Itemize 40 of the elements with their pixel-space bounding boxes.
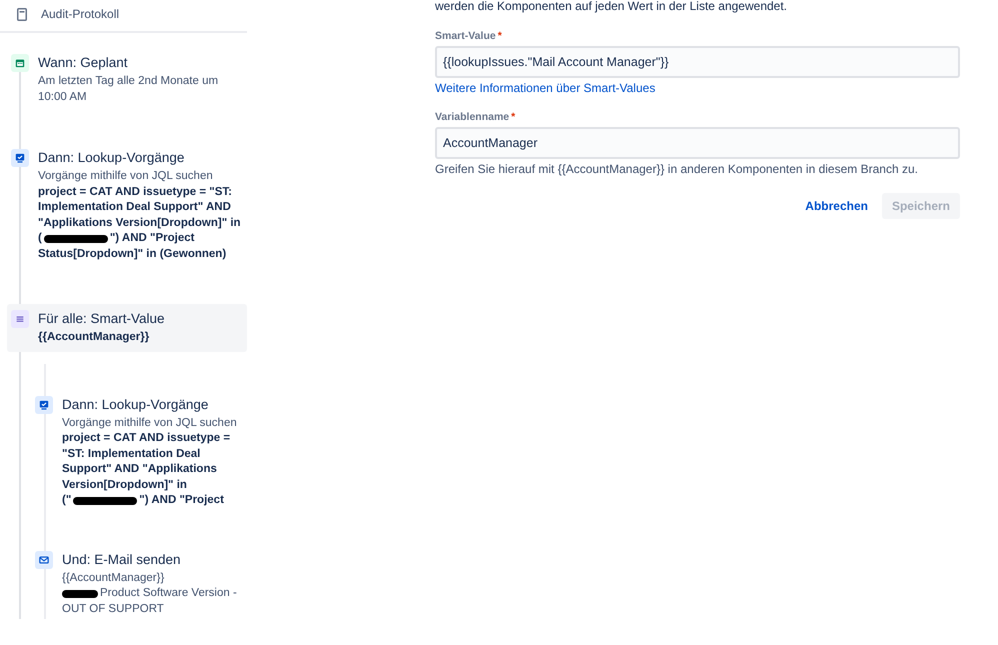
text-field[interactable]: {{lookupIssues."Mail Account Manager"}} bbox=[435, 46, 960, 78]
audit-log-link[interactable]: Audit-Protokoll bbox=[41, 7, 120, 21]
step-title: Dann: Lookup-Vorgänge bbox=[38, 149, 186, 167]
help-text: Greifen Sie hierauf mit {{AccountManager}} in anderen Komponenten in diesem Branch zu. bbox=[435, 162, 919, 176]
step-description: OUT OF SUPPORT bbox=[62, 602, 164, 616]
envelope-icon bbox=[35, 550, 53, 568]
step-description: Vorgänge mithilfe von JQL suchen bbox=[62, 416, 237, 430]
step-description: {{AccountManager}} bbox=[62, 570, 164, 586]
redaction-mark bbox=[73, 496, 138, 505]
required-asterisk: * bbox=[511, 111, 516, 123]
field-label: Variablenname bbox=[435, 111, 510, 123]
step-description: Status[Dropdown]" in (Gewonnen) bbox=[38, 246, 226, 262]
step-description: {{AccountManager}} bbox=[38, 330, 150, 345]
step-description: Am letzten Tag alle 2nd Monate um 10:00 AM bbox=[38, 74, 220, 104]
step-description: (" bbox=[62, 493, 72, 508]
step-title: Und: E-Mail senden bbox=[62, 550, 182, 568]
redaction-mark bbox=[44, 234, 108, 243]
step-description: project = CAT AND issuetype = "ST: Implementation Deal Support" AND "Applikations Version[Dropdown]" in bbox=[38, 184, 242, 230]
redaction-mark bbox=[62, 590, 98, 598]
description-text: werden die Komponenten auf jeden Wert in der Liste angewendet. bbox=[435, 0, 788, 12]
text-field[interactable]: AccountManager bbox=[435, 127, 960, 159]
required-asterisk: * bbox=[498, 30, 502, 42]
step-title: Wann: Geplant bbox=[38, 54, 129, 72]
field-label: Smart-Value bbox=[435, 30, 496, 42]
step-description: ") AND "Project bbox=[139, 493, 224, 508]
monitor-icon bbox=[35, 396, 53, 414]
cancel-button[interactable]: Abbrechen bbox=[795, 193, 878, 219]
document-icon bbox=[17, 8, 27, 20]
help-link[interactable]: Weitere Informationen über Smart-Values bbox=[435, 81, 656, 95]
selected-step-card[interactable]: Für alle: Smart-Value {{AccountManager}} bbox=[7, 304, 247, 352]
monitor-icon bbox=[11, 149, 29, 167]
step-description: Product Software Version - bbox=[100, 586, 237, 601]
step-description: ") AND "Project bbox=[110, 231, 194, 246]
step-description: Vorgänge mithilfe von JQL suchen bbox=[38, 169, 213, 184]
list-icon bbox=[11, 310, 29, 328]
calendar-icon bbox=[11, 54, 29, 72]
step-title: Dann: Lookup-Vorgänge bbox=[62, 396, 210, 414]
step-description: ( bbox=[38, 231, 42, 246]
step-title: Für alle: Smart-Value bbox=[38, 310, 166, 328]
step-description: project = CAT AND issuetype = "ST: Implementation Deal Support" AND "Applikations Version[Dropdown]" in bbox=[62, 431, 232, 492]
